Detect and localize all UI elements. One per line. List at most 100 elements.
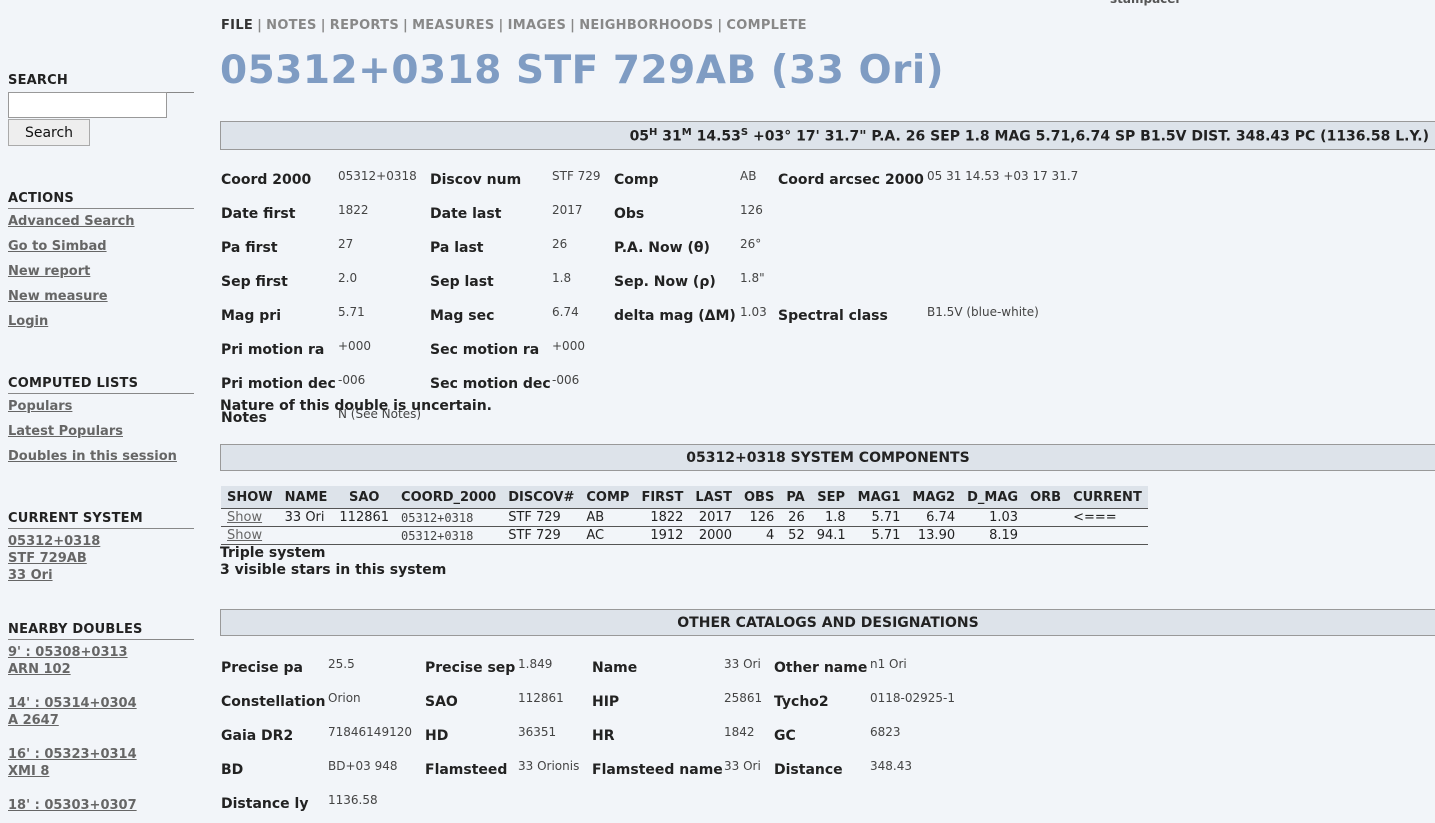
- field-label: GC: [774, 728, 796, 744]
- table-cell: 13.90: [906, 526, 962, 545]
- pa-now-value: 26°: [740, 237, 762, 251]
- show-component-link[interactable]: Show: [227, 528, 262, 543]
- field-label: Coord 2000: [221, 172, 312, 188]
- field-label: Distance ly: [221, 796, 309, 812]
- arcsec-value: 05 31 14.53 +03 17 31.7: [927, 169, 1079, 183]
- field-label: Mag pri: [221, 308, 281, 324]
- field-label: Distance: [774, 762, 843, 778]
- column-header: NAME: [278, 486, 334, 509]
- field-label: SAO: [425, 694, 458, 710]
- advanced-search-link[interactable]: Advanced Search: [8, 209, 194, 234]
- field-label: Sec motion ra: [430, 342, 540, 358]
- latest-populars-link[interactable]: Latest Populars: [8, 419, 194, 444]
- table-cell: STF 729: [502, 508, 581, 527]
- field-label: HD: [425, 728, 449, 744]
- table-cell: 1822: [635, 508, 690, 527]
- nearby-double-link[interactable]: A 2647: [8, 712, 194, 729]
- table-cell: 33 Ori: [278, 508, 334, 527]
- nearby-item: 18' : 05303+0307: [8, 797, 194, 814]
- hr-value: 1842: [724, 725, 755, 739]
- doubles-session-link[interactable]: Doubles in this session: [8, 444, 194, 469]
- comp-value: AB: [740, 169, 757, 183]
- delta-mag-value: 1.03: [740, 305, 767, 319]
- table-cell: 1.03: [961, 508, 1025, 527]
- show-component-link[interactable]: Show: [227, 510, 262, 525]
- search-input[interactable]: [8, 92, 167, 118]
- current-system-coord-link[interactable]: 05312+0318: [8, 533, 194, 550]
- mag-sec-value: 6.74: [552, 305, 579, 319]
- field-label: BD: [221, 762, 244, 778]
- current-marker: [1067, 526, 1148, 545]
- other-name-value: n1 Ori: [870, 657, 907, 671]
- field-label: Date first: [221, 206, 296, 222]
- constellation-value: Orion: [328, 691, 361, 705]
- actions-section: ACTIONS Advanced Search Go to Simbad New…: [8, 191, 194, 334]
- field-label: Sep last: [430, 274, 494, 290]
- date-last-value: 2017: [552, 203, 583, 217]
- brand-logo-text: stampacer: [1110, 0, 1181, 6]
- column-header: LAST: [689, 486, 738, 509]
- table-row: Show 33 Ori 112861 05312+0318 STF 729 AB…: [221, 508, 1148, 527]
- go-to-simbad-link[interactable]: Go to Simbad: [8, 234, 194, 259]
- top-nav: FILE | NOTES | REPORTS | MEASURES | IMAGES | NEIGH…: [221, 18, 807, 33]
- coord2000-value: 05312+0318: [338, 169, 417, 183]
- current-system-section: CURRENT SYSTEM 05312+0318 STF 729AB 33 O…: [8, 511, 194, 584]
- nearby-double-link[interactable]: 14' : 05314+0304: [8, 695, 194, 712]
- flamsteed-value: 33 Orionis: [518, 759, 580, 773]
- nav-reports[interactable]: REPORTS: [330, 18, 399, 33]
- pa-last-value: 26: [552, 237, 568, 251]
- nav-notes[interactable]: NOTES: [266, 18, 317, 33]
- nav-neighborhoods[interactable]: NEIGHBORHOODS: [579, 18, 713, 33]
- nearby-double-link[interactable]: 16' : 05323+0314: [8, 746, 194, 763]
- precise-pa-value: 25.5: [328, 657, 355, 671]
- current-system-star-link[interactable]: 33 Ori: [8, 567, 194, 584]
- search-heading: SEARCH: [8, 73, 68, 88]
- table-row: Show 05312+0318 STF 729 AC 1912 2000 4 5…: [221, 526, 1148, 545]
- column-header: ORB: [1024, 486, 1068, 509]
- nearby-double-link[interactable]: XMI 8: [8, 763, 194, 780]
- distance-value: 348.43: [870, 759, 912, 773]
- nav-file[interactable]: FILE: [221, 18, 253, 33]
- nav-measures[interactable]: MEASURES: [412, 18, 494, 33]
- hip-value: 25861: [724, 691, 763, 705]
- field-label: Gaia DR2: [221, 728, 294, 744]
- nav-complete[interactable]: COMPLETE: [726, 18, 806, 33]
- nature-text: Nature of this double is uncertain.: [220, 398, 493, 414]
- bd-value: BD+03 948: [328, 759, 398, 773]
- column-header: MAG1: [851, 486, 907, 509]
- current-system-name-link[interactable]: STF 729AB: [8, 550, 194, 567]
- field-label: HIP: [592, 694, 620, 710]
- summary-text: 05H 31M 14.53S +03° 17' 31.7" P.A. 26 SE…: [629, 127, 1429, 145]
- search-button[interactable]: Search: [8, 119, 90, 146]
- column-header: SHOW: [221, 486, 279, 509]
- new-measure-link[interactable]: New measure: [8, 284, 194, 309]
- sep-first-value: 2.0: [338, 271, 358, 285]
- nearby-double-link[interactable]: ARN 102: [8, 661, 194, 678]
- login-link[interactable]: Login: [8, 309, 194, 334]
- field-label: Obs: [614, 206, 645, 222]
- nearby-double-link[interactable]: 18' : 05303+0307: [8, 797, 194, 814]
- sec-motion-dec-value: -006: [552, 373, 580, 387]
- table-cell: [333, 526, 396, 545]
- field-label: Name: [592, 660, 638, 676]
- nearby-item: 16' : 05323+0314 XMI 8: [8, 746, 194, 780]
- sep-last-value: 1.8: [552, 271, 572, 285]
- column-header: COORD_2000: [395, 486, 503, 509]
- table-cell: 26: [780, 508, 811, 527]
- field-label: Sep. Now (ρ): [614, 274, 716, 290]
- table-cell: AB: [580, 508, 636, 527]
- search-section: SEARCH Search: [8, 73, 194, 146]
- nav-images[interactable]: IMAGES: [508, 18, 567, 33]
- field-label: Comp: [614, 172, 659, 188]
- system-type-text: Triple system: [220, 545, 326, 561]
- table-cell: 94.1: [810, 526, 852, 545]
- field-label: Precise pa: [221, 660, 303, 676]
- new-report-link[interactable]: New report: [8, 259, 194, 284]
- page-title: 05312+0318 STF 729AB (33 Ori): [220, 48, 945, 93]
- table-cell: 2000: [689, 526, 738, 545]
- populars-link[interactable]: Populars: [8, 394, 194, 419]
- flamsteed-name-value: 33 Ori: [724, 759, 761, 773]
- table-cell: 05312+0318: [395, 526, 503, 545]
- nearby-double-link[interactable]: 9' : 05308+0313: [8, 644, 194, 661]
- sep-now-value: 1.8": [740, 271, 765, 285]
